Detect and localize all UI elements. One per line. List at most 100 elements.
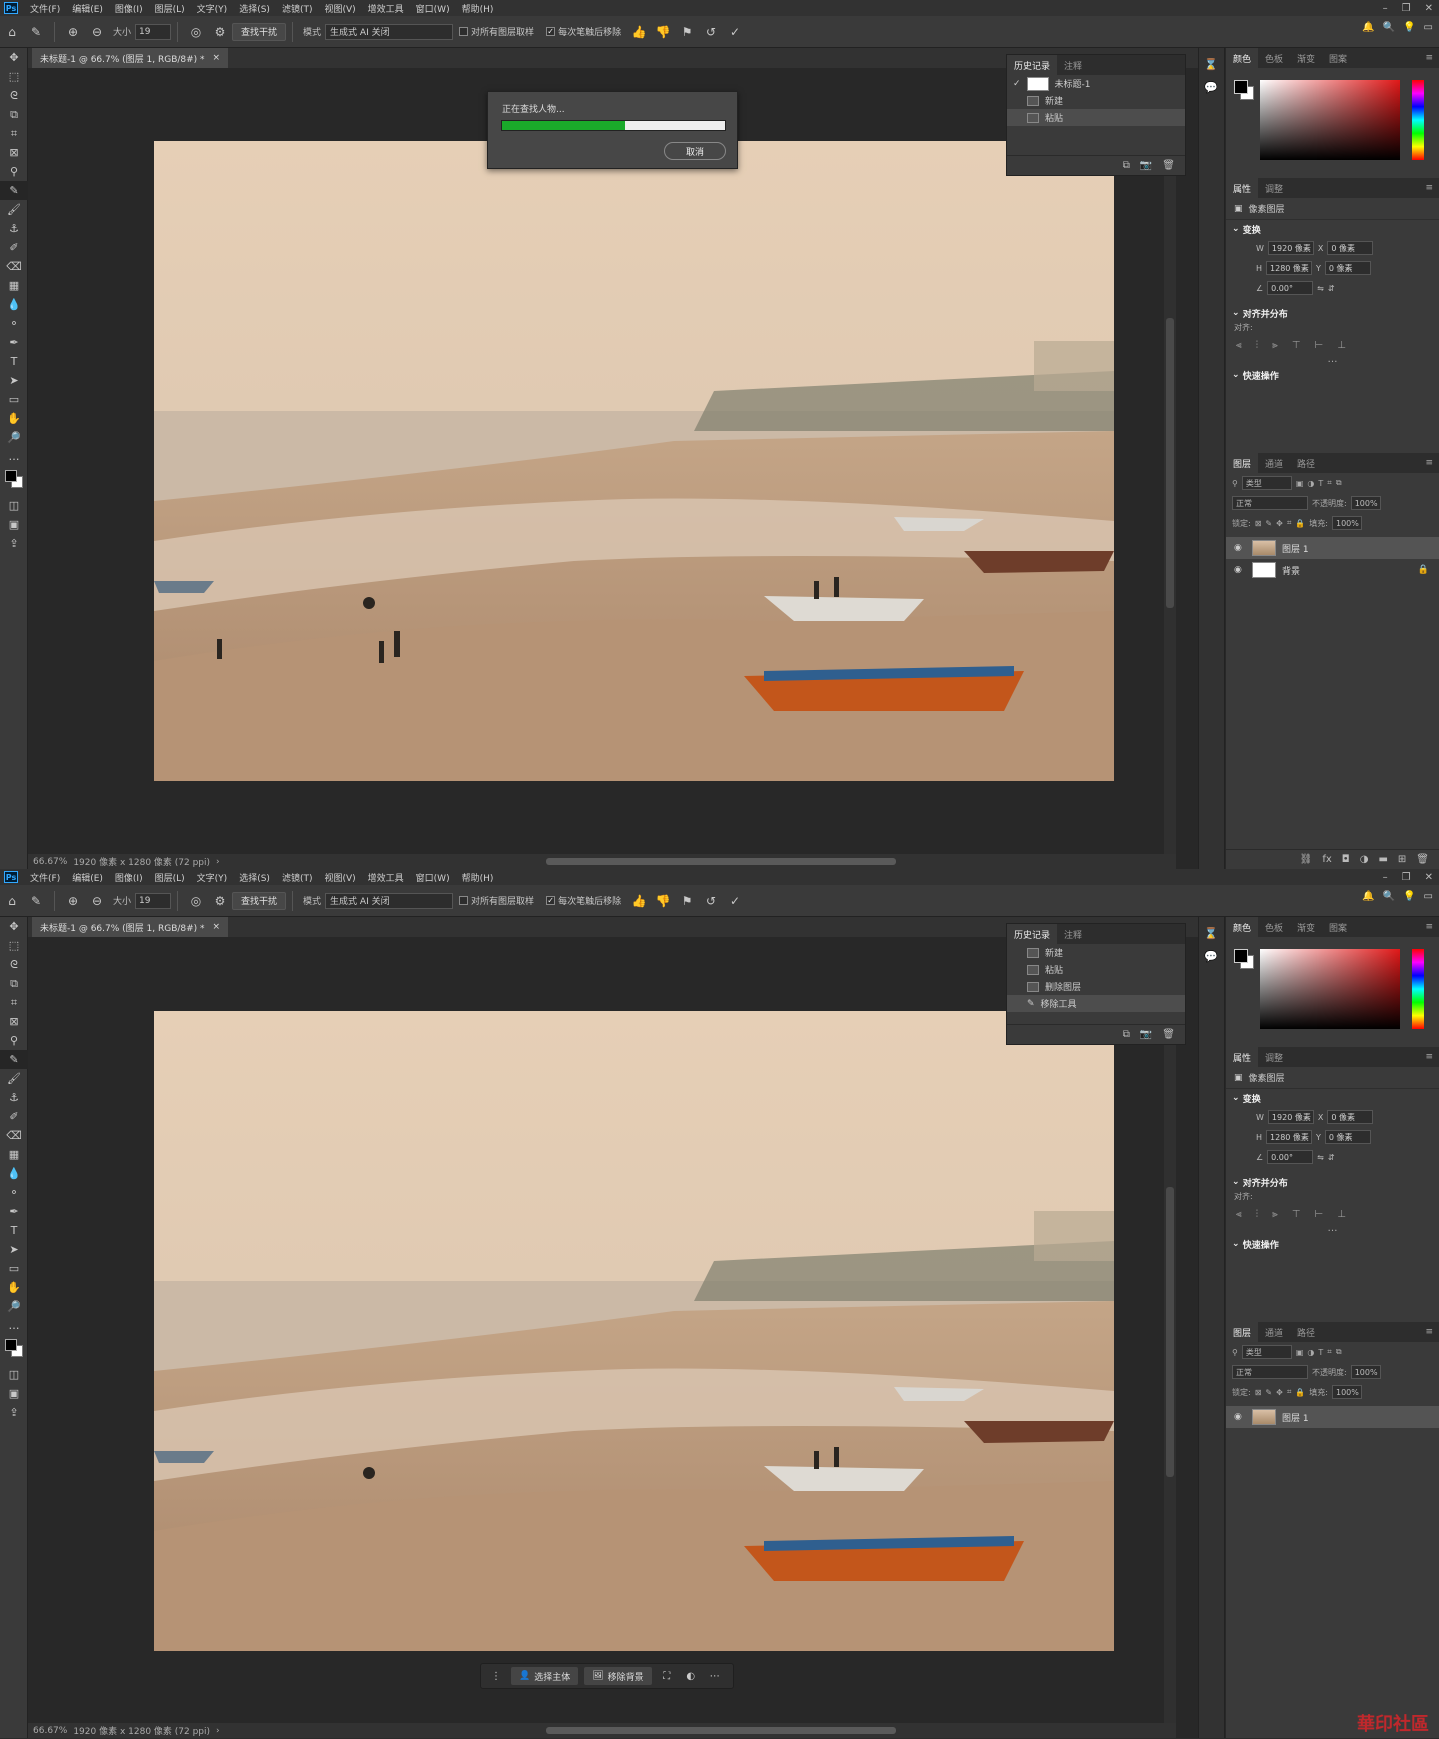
tab-notes[interactable]: 注释 <box>1057 59 1089 72</box>
menu-layer[interactable]: 图层(L) <box>149 871 191 884</box>
lock-transparency-icon[interactable]: ⊠ <box>1255 1388 1262 1397</box>
new-document-from-state-icon[interactable]: ⧉ <box>1123 160 1130 171</box>
more-tools-icon[interactable]: … <box>0 447 28 466</box>
flag-icon[interactable]: ⚑ <box>677 891 697 911</box>
horizontal-scrollbar[interactable] <box>546 858 896 865</box>
transform-section[interactable]: ⌄ 变换 <box>1226 220 1439 238</box>
menu-plugins[interactable]: 增效工具 <box>362 871 410 884</box>
screen-mode-icon[interactable]: ▣ <box>0 515 28 534</box>
crop-tool-icon[interactable]: ⌗ <box>0 993 28 1012</box>
width-field[interactable]: 1920 像素 <box>1267 241 1314 255</box>
path-select-tool-icon[interactable]: ➤ <box>0 371 28 390</box>
find-distractions-button[interactable]: 查找干扰 <box>232 891 287 910</box>
eyedropper-tool-icon[interactable]: ⚲ <box>0 162 28 181</box>
lightbulb-icon[interactable]: 💡 <box>1403 22 1415 33</box>
align-middle-icon[interactable]: ⊢ <box>1315 1209 1324 1220</box>
new-group-icon[interactable]: ▬ <box>1378 854 1387 865</box>
bell-icon[interactable]: 🔔 <box>1362 22 1374 33</box>
filter-smart-icon[interactable]: ⧉ <box>1336 478 1342 488</box>
width-field[interactable]: 1920 像素 <box>1267 1110 1314 1124</box>
lock-pixels-icon[interactable]: ✎ <box>1265 1388 1272 1397</box>
hand-tool-icon[interactable]: ✋ <box>0 409 28 428</box>
align-section[interactable]: ⌄ 对齐并分布 <box>1226 304 1439 322</box>
minimize-icon[interactable]: – <box>1383 872 1388 883</box>
menu-window[interactable]: 窗口(W) <box>410 2 456 15</box>
menu-plugins[interactable]: 增效工具 <box>362 2 410 15</box>
blur-tool-icon[interactable]: 💧 <box>0 1164 28 1183</box>
search-icon[interactable]: 🔍 <box>1383 891 1395 902</box>
gradient-tool-icon[interactable]: ▦ <box>0 276 28 295</box>
tab-gradients[interactable]: 渐变 <box>1290 52 1322 65</box>
tab-adjustments[interactable]: 调整 <box>1258 1051 1290 1064</box>
lock-all-icon[interactable]: 🔒 <box>1295 519 1305 528</box>
opacity-field[interactable]: 100% <box>1350 496 1381 510</box>
filter-shape-icon[interactable]: ⌗ <box>1327 1347 1332 1357</box>
camera-snapshot-icon[interactable]: 📷 <box>1140 1029 1152 1040</box>
history-snapshot[interactable]: ✓ 未标题-1 <box>1007 75 1185 92</box>
settings-gear-icon[interactable]: ⚙ <box>210 22 230 42</box>
subtract-mode-icon[interactable]: ⊖ <box>87 22 107 42</box>
y-field[interactable]: 0 像素 <box>1324 1130 1371 1144</box>
gradient-tool-icon[interactable]: ▦ <box>0 1145 28 1164</box>
panel-menu-icon[interactable]: ≡ <box>1425 458 1433 468</box>
marquee-tool-icon[interactable]: ⬚ <box>0 67 28 86</box>
menu-help[interactable]: 帮助(H) <box>456 2 500 15</box>
add-mode-icon[interactable]: ⊕ <box>63 22 83 42</box>
quick-actions-section[interactable]: ⌄ 快速操作 <box>1226 366 1439 384</box>
remove-background-button[interactable]: 🖼 移除背景 <box>584 1667 652 1685</box>
lasso-tool-icon[interactable]: ᘓ <box>0 86 28 105</box>
color-field[interactable] <box>1260 80 1400 160</box>
history-item[interactable]: 删除图层 <box>1007 978 1185 995</box>
more-icon[interactable]: ⋯ <box>706 1671 724 1682</box>
menu-file[interactable]: 文件(F) <box>24 2 66 15</box>
tab-patterns[interactable]: 图案 <box>1322 921 1354 934</box>
sample-all-layers-checkbox[interactable]: 对所有图层取样 <box>459 25 534 38</box>
pressure-icon[interactable]: ◎ <box>186 22 206 42</box>
align-center-icon[interactable]: ⫶ <box>1256 1209 1259 1220</box>
dodge-tool-icon[interactable]: ⚬ <box>0 1183 28 1202</box>
lock-artboard-icon[interactable]: ⌗ <box>1287 1387 1292 1397</box>
tab-layers[interactable]: 图层 <box>1226 453 1259 473</box>
new-layer-icon[interactable]: ⊞ <box>1398 854 1406 865</box>
select-subject-button[interactable]: 👤 选择主体 <box>511 1667 579 1685</box>
align-section[interactable]: ⌄ 对齐并分布 <box>1226 1173 1439 1191</box>
history-panel-icon[interactable]: ⌛ <box>1204 927 1219 940</box>
lock-pixels-icon[interactable]: ✎ <box>1265 519 1272 528</box>
pen-tool-icon[interactable]: ✒ <box>0 333 28 352</box>
rectangle-tool-icon[interactable]: ▭ <box>0 390 28 409</box>
close-icon[interactable]: ✕ <box>1425 872 1433 883</box>
pen-tool-icon[interactable]: ✒ <box>0 1202 28 1221</box>
stamp-tool-icon[interactable]: ⚓ <box>0 219 28 238</box>
filter-adjust-icon[interactable]: ◑ <box>1307 479 1314 488</box>
dodge-tool-icon[interactable]: ⚬ <box>0 314 28 333</box>
mode-select[interactable]: 生成式 AI 关闭 <box>325 23 454 40</box>
tab-patterns[interactable]: 图案 <box>1322 52 1354 65</box>
tab-close-icon[interactable]: × <box>213 922 221 932</box>
tab-properties[interactable]: 属性 <box>1226 1047 1259 1067</box>
x-field[interactable]: 0 像素 <box>1327 241 1374 255</box>
brush-tool-icon[interactable]: 🖌 <box>0 1069 28 1088</box>
chevron-right-icon[interactable]: › <box>216 857 220 867</box>
history-item[interactable]: 粘贴 <box>1007 109 1185 126</box>
move-tool-icon[interactable]: ✥ <box>0 917 28 936</box>
eraser-tool-icon[interactable]: ⌫ <box>0 1126 28 1145</box>
menu-view[interactable]: 视图(V) <box>318 2 361 15</box>
tab-swatches[interactable]: 色板 <box>1258 52 1290 65</box>
color-swatches[interactable] <box>0 466 27 496</box>
panel-menu-icon[interactable]: ≡ <box>1425 922 1433 932</box>
close-icon[interactable]: ✕ <box>1425 3 1433 14</box>
remove-after-stroke-checkbox[interactable]: ✓ 每次笔触后移除 <box>546 25 621 38</box>
align-left-icon[interactable]: ⫷ <box>1236 340 1242 351</box>
thumbs-down-icon[interactable]: 👎 <box>653 891 673 911</box>
filter-type-icon[interactable]: T <box>1318 1348 1323 1357</box>
brush-tool-icon[interactable]: 🖌 <box>0 200 28 219</box>
panel-menu-icon[interactable]: ≡ <box>1425 1327 1433 1337</box>
tab-gradients[interactable]: 渐变 <box>1290 921 1322 934</box>
commit-check-icon[interactable]: ✓ <box>725 891 745 911</box>
quick-mask-icon[interactable]: ◫ <box>0 496 28 515</box>
type-tool-icon[interactable]: T <box>0 352 28 371</box>
fx-icon[interactable]: fx <box>1322 854 1331 865</box>
adjustment-layer-icon[interactable]: ◑ <box>1360 854 1369 865</box>
filter-pixel-icon[interactable]: ▣ <box>1296 1348 1304 1357</box>
eye-icon[interactable]: ◉ <box>1234 565 1246 575</box>
